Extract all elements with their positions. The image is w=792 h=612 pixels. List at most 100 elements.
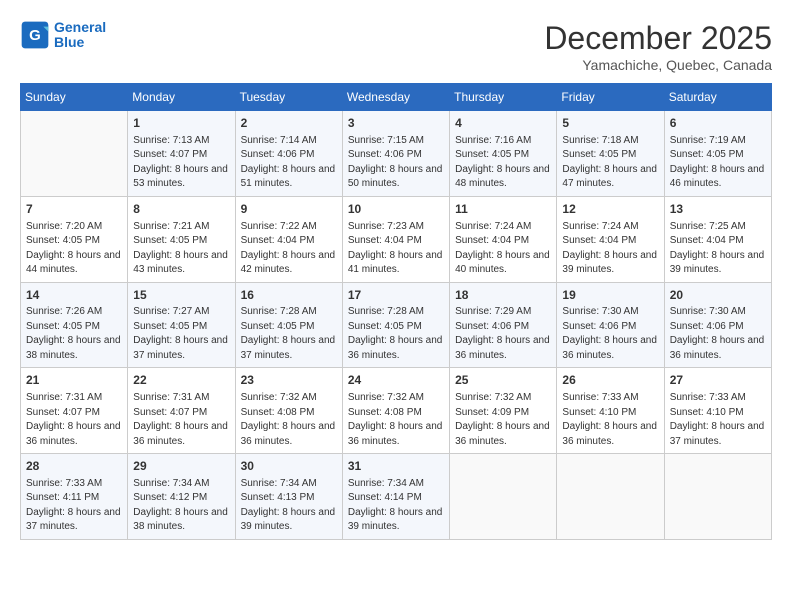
calendar-day-cell: 2Sunrise: 7:14 AMSunset: 4:06 PMDaylight… — [235, 111, 342, 197]
calendar-day-cell: 29Sunrise: 7:34 AMSunset: 4:12 PMDayligh… — [128, 454, 235, 540]
logo-text: General Blue — [54, 20, 106, 51]
day-number: 6 — [670, 115, 766, 132]
day-number: 11 — [455, 201, 551, 218]
day-detail: Sunrise: 7:25 AMSunset: 4:04 PMDaylight:… — [670, 220, 766, 278]
day-number: 19 — [562, 287, 658, 304]
day-number: 22 — [133, 372, 229, 389]
day-detail: Sunrise: 7:18 AMSunset: 4:05 PMDaylight:… — [562, 134, 658, 192]
day-number: 24 — [348, 372, 444, 389]
calendar-week-row: 28 Sunrise: 7:33 AMSunset: 4:11 PMDayligh… — [21, 454, 772, 540]
day-number: 29 — [133, 458, 229, 475]
calendar-day-cell: 6 Sunrise: 7:19 AMSunset: 4:05 PMDaylight… — [664, 111, 771, 197]
day-number: 20 — [670, 287, 766, 304]
calendar-day-cell: 10 Sunrise: 7:23 AMSunset: 4:04 PMDayligh… — [342, 196, 449, 282]
weekday-header-cell: Tuesday — [235, 84, 342, 111]
calendar-day-cell: 19Sunrise: 7:30 AMSunset: 4:06 PMDayligh… — [557, 282, 664, 368]
day-number: 4 — [455, 115, 551, 132]
calendar-day-cell: 22 Sunrise: 7:31 AMSunset: 4:07 PMDayligh… — [128, 368, 235, 454]
day-number: 10 — [348, 201, 444, 218]
day-number: 3 — [348, 115, 444, 132]
calendar-day-cell: 24Sunrise: 7:32 AMSunset: 4:08 PMDayligh… — [342, 368, 449, 454]
day-number: 15 — [133, 287, 229, 304]
subtitle: Yamachiche, Quebec, Canada — [544, 57, 772, 73]
day-detail: Sunrise: 7:31 AMSunset: 4:07 PMDaylight:… — [26, 391, 122, 449]
day-number: 21 — [26, 372, 122, 389]
day-detail: Sunrise: 7:32 AMSunset: 4:09 PMDaylight:… — [455, 391, 551, 449]
calendar-week-row: 14Sunrise: 7:26 AMSunset: 4:05 PMDayligh… — [21, 282, 772, 368]
day-detail: Sunrise: 7:28 AMSunset: 4:05 PMDaylight:… — [348, 305, 444, 363]
day-detail: Sunrise: 7:33 AMSunset: 4:11 PMDaylight:… — [26, 477, 122, 535]
calendar-day-cell: 1Sunrise: 7:13 AMSunset: 4:07 PMDaylight… — [128, 111, 235, 197]
day-detail: Sunrise: 7:14 AMSunset: 4:06 PMDaylight:… — [241, 134, 337, 192]
calendar-day-cell: 16Sunrise: 7:28 AMSunset: 4:05 PMDayligh… — [235, 282, 342, 368]
calendar-day-cell: 30Sunrise: 7:34 AMSunset: 4:13 PMDayligh… — [235, 454, 342, 540]
day-number: 5 — [562, 115, 658, 132]
day-detail: Sunrise: 7:30 AMSunset: 4:06 PMDaylight:… — [562, 305, 658, 363]
day-detail: Sunrise: 7:24 AMSunset: 4:04 PMDaylight:… — [455, 220, 551, 278]
day-detail: Sunrise: 7:22 AMSunset: 4:04 PMDaylight:… — [241, 220, 337, 278]
day-detail: Sunrise: 7:20 AMSunset: 4:05 PMDaylight:… — [26, 220, 122, 278]
day-detail: Sunrise: 7:23 AMSunset: 4:04 PMDaylight:… — [348, 220, 444, 278]
calendar-day-cell: 31Sunrise: 7:34 AMSunset: 4:14 PMDayligh… — [342, 454, 449, 540]
logo-line2: Blue — [54, 34, 84, 50]
day-number: 1 — [133, 115, 229, 132]
day-detail: Sunrise: 7:27 AMSunset: 4:05 PMDaylight:… — [133, 305, 229, 363]
weekday-header-cell: Saturday — [664, 84, 771, 111]
calendar-day-cell: 4 Sunrise: 7:16 AMSunset: 4:05 PMDaylight… — [450, 111, 557, 197]
day-number: 23 — [241, 372, 337, 389]
calendar-day-cell: 9Sunrise: 7:22 AMSunset: 4:04 PMDaylight… — [235, 196, 342, 282]
title-block: December 2025 Yamachiche, Quebec, Canada — [544, 20, 772, 73]
day-detail: Sunrise: 7:24 AMSunset: 4:04 PMDaylight:… — [562, 220, 658, 278]
day-number: 16 — [241, 287, 337, 304]
calendar-week-row: 7 Sunrise: 7:20 AMSunset: 4:05 PMDaylight… — [21, 196, 772, 282]
day-number: 12 — [562, 201, 658, 218]
day-number: 28 — [26, 458, 122, 475]
calendar-day-cell: 23 Sunrise: 7:32 AMSunset: 4:08 PMDayligh… — [235, 368, 342, 454]
logo: G General Blue — [20, 20, 106, 51]
weekday-header-cell: Friday — [557, 84, 664, 111]
day-number: 26 — [562, 372, 658, 389]
day-detail: Sunrise: 7:33 AMSunset: 4:10 PMDaylight:… — [670, 391, 766, 449]
day-number: 17 — [348, 287, 444, 304]
day-number: 7 — [26, 201, 122, 218]
calendar-day-cell: 11 Sunrise: 7:24 AMSunset: 4:04 PMDayligh… — [450, 196, 557, 282]
calendar-day-cell: 3 Sunrise: 7:15 AMSunset: 4:06 PMDaylight… — [342, 111, 449, 197]
calendar-day-cell: 20Sunrise: 7:30 AMSunset: 4:06 PMDayligh… — [664, 282, 771, 368]
calendar-day-cell: 12 Sunrise: 7:24 AMSunset: 4:04 PMDayligh… — [557, 196, 664, 282]
weekday-header-cell: Sunday — [21, 84, 128, 111]
calendar-day-cell: 25Sunrise: 7:32 AMSunset: 4:09 PMDayligh… — [450, 368, 557, 454]
calendar-week-row: 21 Sunrise: 7:31 AMSunset: 4:07 PMDayligh… — [21, 368, 772, 454]
day-number: 27 — [670, 372, 766, 389]
day-number: 8 — [133, 201, 229, 218]
calendar-day-cell: 13 Sunrise: 7:25 AMSunset: 4:04 PMDayligh… — [664, 196, 771, 282]
weekday-header-cell: Thursday — [450, 84, 557, 111]
day-detail: Sunrise: 7:34 AMSunset: 4:13 PMDaylight:… — [241, 477, 337, 535]
calendar-day-cell: 28 Sunrise: 7:33 AMSunset: 4:11 PMDayligh… — [21, 454, 128, 540]
calendar-day-cell: 17Sunrise: 7:28 AMSunset: 4:05 PMDayligh… — [342, 282, 449, 368]
weekday-header-row: SundayMondayTuesdayWednesdayThursdayFrid… — [21, 84, 772, 111]
calendar-day-cell — [557, 454, 664, 540]
svg-text:G: G — [29, 27, 41, 44]
calendar-day-cell: 14Sunrise: 7:26 AMSunset: 4:05 PMDayligh… — [21, 282, 128, 368]
weekday-header-cell: Monday — [128, 84, 235, 111]
day-number: 13 — [670, 201, 766, 218]
day-detail: Sunrise: 7:32 AMSunset: 4:08 PMDaylight:… — [241, 391, 337, 449]
logo-line1: General — [54, 19, 106, 35]
day-detail: Sunrise: 7:31 AMSunset: 4:07 PMDaylight:… — [133, 391, 229, 449]
calendar-day-cell: 5 Sunrise: 7:18 AMSunset: 4:05 PMDaylight… — [557, 111, 664, 197]
day-number: 31 — [348, 458, 444, 475]
logo-icon: G — [20, 20, 50, 50]
calendar-day-cell: 15Sunrise: 7:27 AMSunset: 4:05 PMDayligh… — [128, 282, 235, 368]
day-detail: Sunrise: 7:15 AMSunset: 4:06 PMDaylight:… — [348, 134, 444, 192]
day-detail: Sunrise: 7:19 AMSunset: 4:05 PMDaylight:… — [670, 134, 766, 192]
calendar-day-cell: 8Sunrise: 7:21 AMSunset: 4:05 PMDaylight… — [128, 196, 235, 282]
day-detail: Sunrise: 7:26 AMSunset: 4:05 PMDaylight:… — [26, 305, 122, 363]
day-detail: Sunrise: 7:16 AMSunset: 4:05 PMDaylight:… — [455, 134, 551, 192]
calendar-day-cell — [450, 454, 557, 540]
calendar-day-cell: 26Sunrise: 7:33 AMSunset: 4:10 PMDayligh… — [557, 368, 664, 454]
weekday-header-cell: Wednesday — [342, 84, 449, 111]
calendar-day-cell: 21 Sunrise: 7:31 AMSunset: 4:07 PMDayligh… — [21, 368, 128, 454]
calendar-day-cell: 18Sunrise: 7:29 AMSunset: 4:06 PMDayligh… — [450, 282, 557, 368]
calendar-body: 1Sunrise: 7:13 AMSunset: 4:07 PMDaylight… — [21, 111, 772, 540]
calendar-table: SundayMondayTuesdayWednesdayThursdayFrid… — [20, 83, 772, 540]
